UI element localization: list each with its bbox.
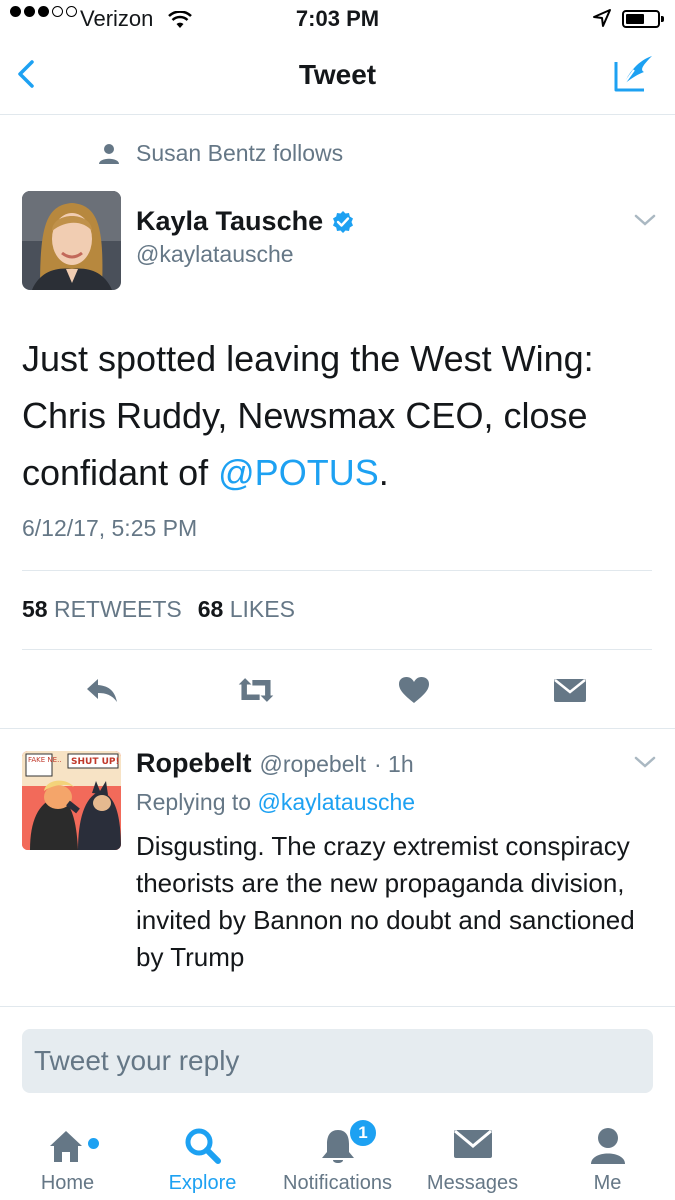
social-context: Susan Bentz follows <box>98 140 343 167</box>
tab-home[interactable]: Home <box>0 1112 135 1200</box>
verified-badge-icon <box>333 210 354 233</box>
author-avatar[interactable] <box>22 191 121 290</box>
tweet-actions <box>0 672 675 708</box>
replying-to: Replying to @kaylatausche <box>136 789 415 816</box>
notification-badge: 1 <box>348 1118 378 1148</box>
search-icon <box>185 1128 221 1164</box>
replying-to-label: Replying to <box>136 789 252 815</box>
battery-icon <box>622 10 664 28</box>
context-text: Susan Bentz follows <box>136 140 344 166</box>
compose-tweet-button[interactable] <box>612 54 656 94</box>
chevron-down-icon <box>634 756 656 768</box>
tab-notifications-label: Notifications <box>283 1172 392 1194</box>
tab-explore[interactable]: Explore <box>135 1112 270 1200</box>
location-arrow-icon <box>592 8 612 34</box>
likes-stat[interactable]: 68 LIKES <box>198 596 295 623</box>
envelope-icon <box>453 1129 492 1158</box>
status-bar: Verizon 7:03 PM <box>0 0 675 38</box>
likes-label: LIKES <box>229 596 295 622</box>
divider <box>22 649 652 650</box>
home-icon <box>49 1131 82 1162</box>
compose-quill-icon <box>614 56 652 92</box>
reply-options-button[interactable] <box>634 755 656 774</box>
retweet-button[interactable] <box>236 672 276 708</box>
reply-author-name[interactable]: Ropebelt <box>136 748 252 779</box>
reply-author-row: Ropebelt @ropebelt · 1h <box>136 748 414 779</box>
reply-author-handle[interactable]: @ropebelt <box>260 751 366 778</box>
envelope-icon <box>554 679 586 702</box>
retweets-stat[interactable]: 58 RETWEETS <box>22 596 182 623</box>
reply-arrow-icon <box>87 679 117 702</box>
retweet-icon <box>238 678 274 702</box>
tab-me-label: Me <box>593 1172 622 1194</box>
tab-explore-label: Explore <box>168 1172 237 1194</box>
author-name[interactable]: Kayla Tausche <box>136 206 323 237</box>
mention-link[interactable]: @POTUS <box>218 452 379 493</box>
tab-messages-label: Messages <box>426 1172 519 1194</box>
like-button[interactable] <box>394 672 434 708</box>
divider <box>0 1006 675 1007</box>
tweet-reply-input[interactable] <box>22 1029 653 1093</box>
tab-me[interactable]: Me <box>540 1112 675 1200</box>
tweet-stats: 58 RETWEETS 68 LIKES <box>22 596 295 623</box>
retweets-count: 58 <box>22 596 48 622</box>
author-handle[interactable]: @kaylatausche <box>136 241 294 268</box>
tweet-text: Just spotted leaving the West Wing: Chri… <box>22 330 652 501</box>
heart-icon <box>399 677 429 703</box>
person-icon <box>590 1128 625 1164</box>
reply-author-avatar[interactable]: FAKE NE.. SHUT UP! <box>22 751 121 850</box>
chevron-down-icon <box>634 214 656 226</box>
reply-age: · 1h <box>373 751 414 777</box>
new-tweets-dot <box>88 1138 99 1149</box>
clock: 7:03 PM <box>295 6 380 31</box>
reply-text: Disgusting. The crazy extremist conspira… <box>136 831 635 972</box>
tweet-text-end: . <box>378 452 389 493</box>
author-name-row: Kayla Tausche <box>136 206 355 237</box>
page-title: Tweet <box>298 59 377 90</box>
person-icon <box>99 143 119 164</box>
divider <box>0 728 675 729</box>
tab-messages[interactable]: Messages <box>405 1112 540 1200</box>
divider <box>22 570 652 571</box>
tweet-timestamp: 6/12/17, 5:25 PM <box>22 515 198 541</box>
replying-to-mention[interactable]: @kaylatausche <box>257 789 415 815</box>
tab-bar: Home Explore 1 Notifications Messages Me <box>0 1112 675 1200</box>
avatar-caption-fake-news: FAKE NE.. <box>28 756 62 764</box>
tab-home-label: Home <box>40 1172 95 1194</box>
avatar-caption-shut-up: SHUT UP! <box>71 757 120 767</box>
retweets-label: RETWEETS <box>53 596 182 622</box>
navigation-bar: Tweet <box>0 38 675 115</box>
reply-button[interactable] <box>82 672 122 708</box>
tab-notifications[interactable]: 1 Notifications <box>270 1112 405 1200</box>
direct-message-button[interactable] <box>550 672 590 708</box>
tweet-options-button[interactable] <box>634 213 656 232</box>
likes-count: 68 <box>197 596 224 622</box>
